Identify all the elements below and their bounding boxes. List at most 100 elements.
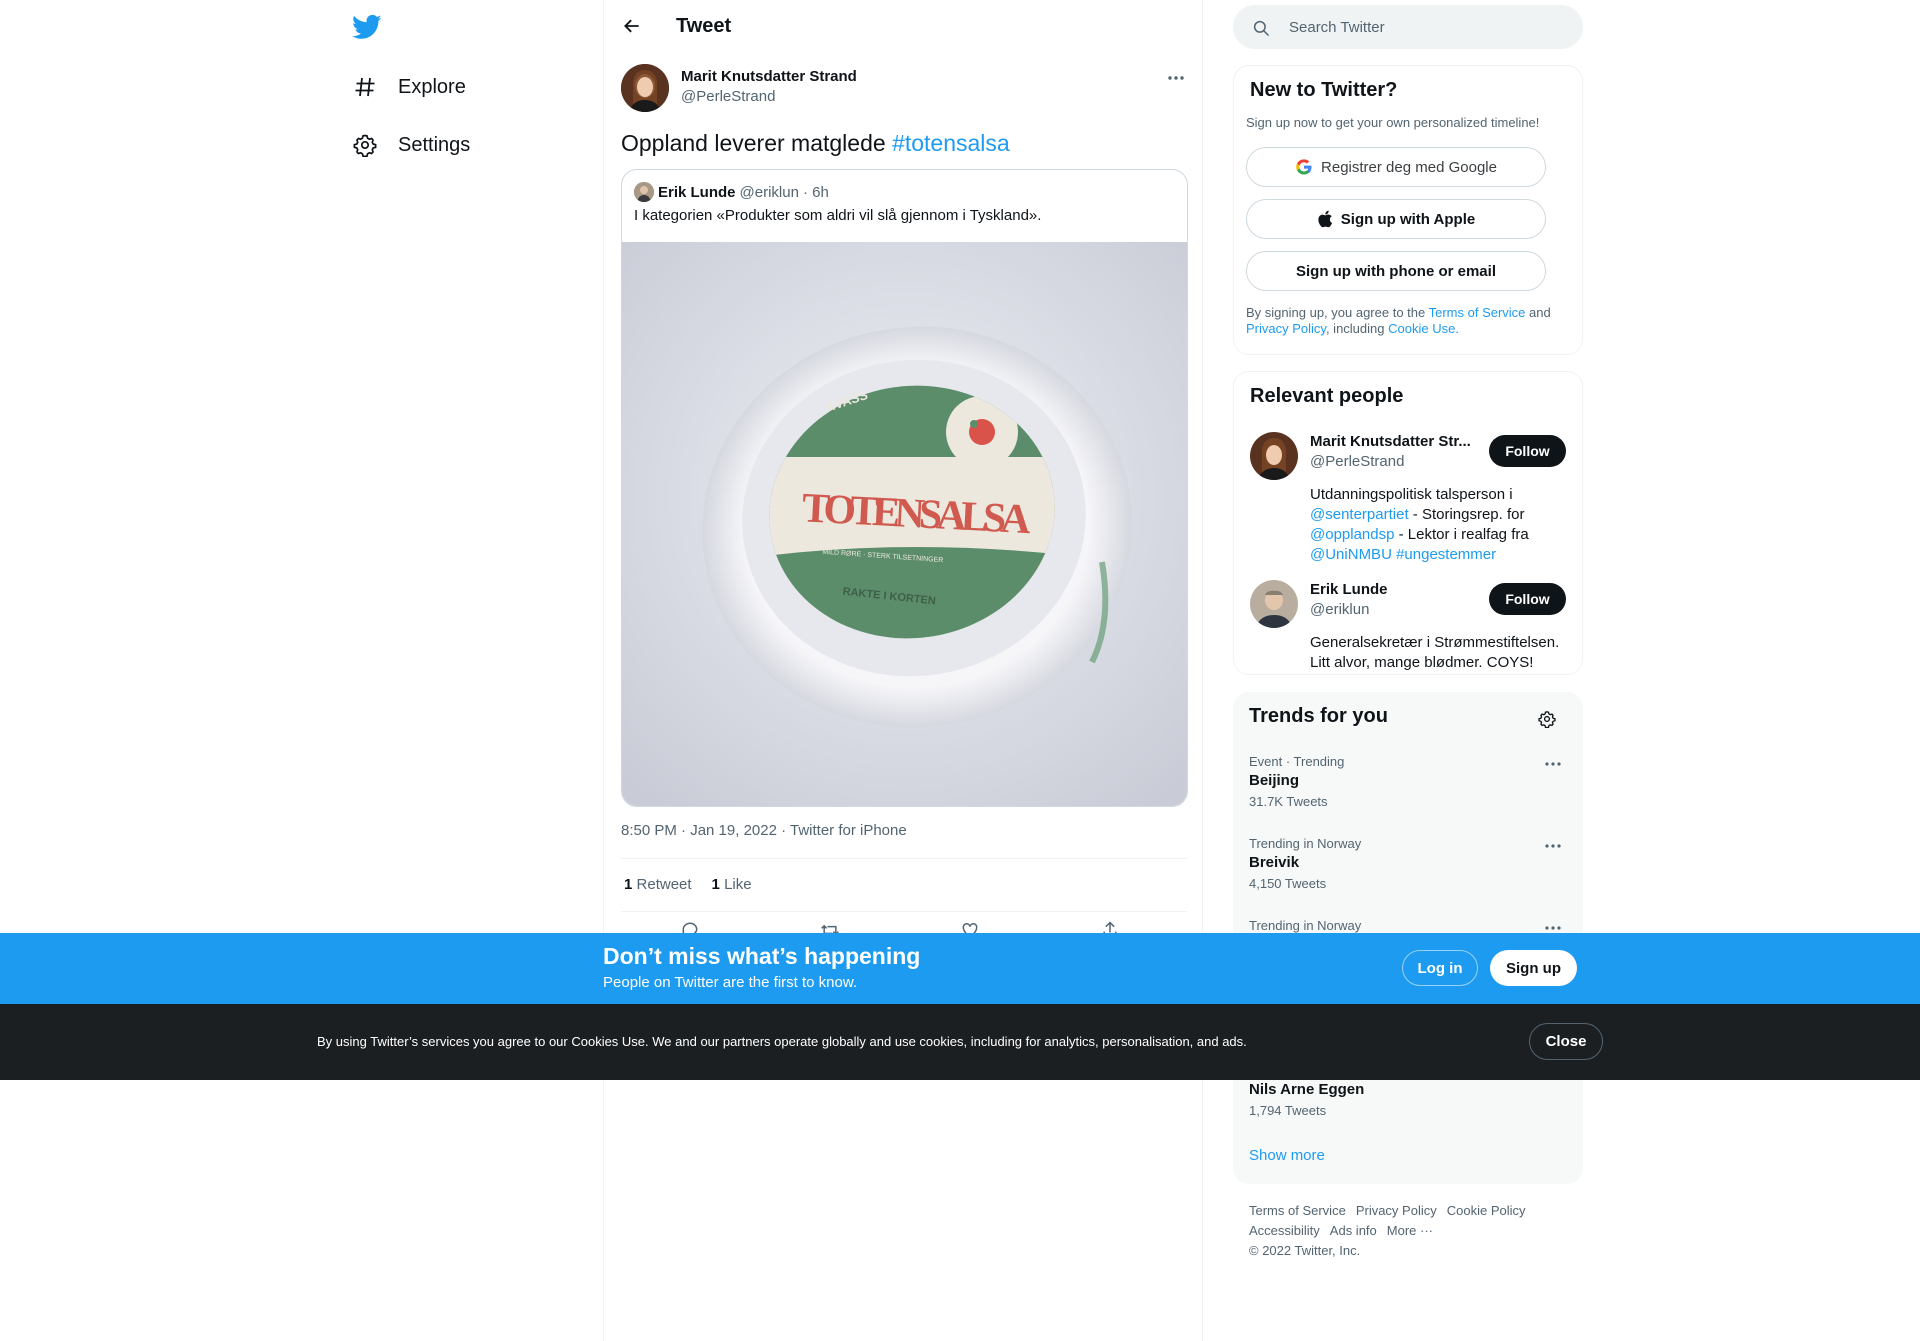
trend-name[interactable]: Beijing [1249,772,1299,789]
trend-count: 1,794 Tweets [1249,1103,1327,1118]
author-handle[interactable]: @PerleStrand [681,88,775,105]
like-stat[interactable]: 1 Like [712,876,752,893]
twitter-logo-icon[interactable] [352,12,382,42]
mention-link[interactable]: @opplandsp [1310,526,1394,543]
signup-button[interactable]: Sign up [1490,950,1577,986]
footer-link[interactable]: Terms of Service [1249,1203,1346,1218]
follow-button[interactable]: Follow [1489,435,1566,467]
more-options-icon[interactable] [1164,66,1188,90]
apple-icon [1317,210,1333,228]
phone-email-signup-button[interactable]: Sign up with phone or email [1246,251,1546,291]
signup-banner: Don’t miss what’s happening People on Tw… [0,933,1920,1004]
gear-icon [352,132,378,158]
new-to-twitter-title: New to Twitter? [1250,79,1398,101]
main-column: Tweet Marit Knutsdatter Strand @PerleStr… [603,0,1203,1341]
search-icon [1252,19,1270,42]
divider [621,858,1187,859]
trend-count: 31.7K Tweets [1249,794,1328,809]
trend-name[interactable]: Breivik [1249,854,1299,871]
author-name[interactable]: Marit Knutsdatter Strand [681,68,857,85]
person-name[interactable]: Erik Lunde [1310,581,1480,598]
like-count: 1 [711,876,720,893]
trend-count: 4,150 Tweets [1249,876,1327,891]
relevant-people-title: Relevant people [1250,385,1404,407]
apple-signup-label: Sign up with Apple [1340,210,1476,228]
legal-prefix: By signing up, you agree to the [1246,305,1429,320]
trends-title: Trends for you [1249,705,1388,727]
legal-including: , including [1325,321,1389,336]
mention-link[interactable]: @senterpartiet [1310,506,1409,523]
quoted-tweet-header: Erik Lunde @eriklun · 6h [634,182,829,202]
phone-email-signup-label: Sign up with phone or email [1295,262,1496,280]
nav-explore-label: Explore [398,75,466,98]
trend-more-icon[interactable] [1543,754,1563,774]
quoted-author-handle: @eriklun [739,183,799,201]
back-arrow-icon[interactable] [620,14,644,38]
legal-and: and [1525,305,1551,320]
google-icon [1295,158,1313,176]
bio-text: - Lektor i realfag fra [1394,526,1529,543]
search-input[interactable] [1289,5,1569,49]
footer-more-link[interactable]: More ··· [1387,1223,1433,1238]
cookie-close-button[interactable]: Close [1529,1023,1603,1060]
signup-banner-title: Don’t miss what’s happening [603,943,921,969]
tweet-text-body: Oppland leverer matglede [621,130,893,156]
divider [621,911,1187,912]
trend-more-icon[interactable] [1543,836,1563,856]
retweet-count: 1 [624,876,633,893]
footer-link[interactable]: Accessibility [1249,1223,1320,1238]
person-bio: Generalsekretær i Strømmestiftelsen. Lit… [1310,634,1560,671]
mention-link[interactable]: @UniNMBU [1310,546,1392,563]
google-signup-label: Registrer deg med Google [1321,158,1497,176]
author-avatar[interactable] [621,64,669,112]
show-more-link[interactable]: Show more [1249,1147,1325,1164]
bio-text: - Storingsrep. for [1408,506,1525,523]
person-handle[interactable]: @eriklun [1310,601,1369,618]
trend-meta: Trending in Norway [1249,918,1362,933]
footer-link[interactable]: Ads info [1330,1223,1377,1238]
retweet-stat[interactable]: 1 Retweet [624,876,692,893]
retweet-label: Retweet [636,876,692,893]
nav-settings[interactable]: Settings [352,125,470,165]
page-title: Tweet [676,15,732,37]
hashtag-link[interactable]: #ungestemmer [1396,546,1496,563]
cookie-banner-text: By using Twitter’s services you agree to… [317,1034,1247,1049]
new-to-twitter-card: New to Twitter? Sign up now to get your … [1233,65,1583,355]
new-to-twitter-subtitle: Sign up now to get your own personalized… [1246,115,1540,130]
nav-explore[interactable]: Explore [352,67,466,107]
cookie-use-link[interactable]: Cookie Use. [1388,321,1459,336]
hashtag-link[interactable]: #totensalsa [892,130,1010,156]
cookie-banner: By using Twitter’s services you agree to… [0,1004,1920,1080]
quoted-avatar [634,182,654,202]
quoted-tweet[interactable]: Erik Lunde @eriklun · 6h I kategorien «P… [621,169,1188,807]
tweet-header: Tweet [604,0,1202,53]
search-box[interactable] [1233,5,1583,49]
trend-meta: Event · Trending [1249,754,1345,769]
quoted-author-name: Erik Lunde [658,183,736,201]
bio-text: Utdanningspolitisk talsperson i [1310,486,1513,503]
person-avatar[interactable] [1250,432,1298,480]
tweet-timestamp[interactable]: 8:50 PM · Jan 19, 2022 · Twitter for iPh… [621,822,907,839]
google-signup-button[interactable]: Registrer deg med Google [1246,147,1546,187]
apple-signup-button[interactable]: Sign up with Apple [1246,199,1546,239]
footer-link[interactable]: Privacy Policy [1356,1203,1437,1218]
nav-settings-label: Settings [398,133,471,156]
like-label: Like [724,876,752,893]
privacy-link[interactable]: Privacy Policy [1246,321,1326,336]
login-button[interactable]: Log in [1402,950,1478,986]
copyright: © 2022 Twitter, Inc. [1249,1243,1361,1258]
trend-name[interactable]: Nils Arne Eggen [1249,1081,1364,1098]
person-name[interactable]: Marit Knutsdatter Str... [1310,433,1480,450]
quoted-text: I kategorien «Produkter som aldri vil sl… [634,207,1042,224]
signup-legal-text: By signing up, you agree to the Terms of… [1246,305,1566,337]
terms-link[interactable]: Terms of Service [1429,305,1526,320]
quoted-media-image[interactable]: KVASS TOTENSALSA MILD RØRE · STERK TILSE… [622,242,1187,806]
footer-link[interactable]: Cookie Policy [1447,1203,1526,1218]
footer-links: Terms of Service Privacy Policy Cookie Pol… [1249,1201,1569,1261]
trends-settings-gear-icon[interactable] [1536,708,1558,730]
tweet-text: Oppland leverer matglede #totensalsa [621,128,1010,158]
tweet-stats: 1 Retweet 1 Like [624,876,752,893]
follow-button[interactable]: Follow [1489,583,1566,615]
person-handle[interactable]: @PerleStrand [1310,453,1404,470]
person-avatar[interactable] [1250,580,1298,628]
